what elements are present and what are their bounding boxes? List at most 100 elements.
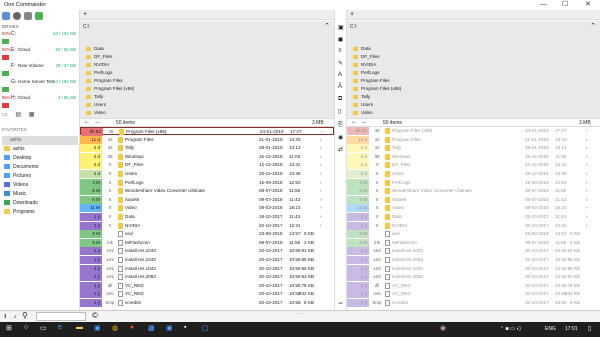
favorite-downloads[interactable]: Downloads <box>4 200 78 208</box>
app-icon-3[interactable]: ▣ <box>166 324 173 332</box>
table-row[interactable]: 5 Mend 23-08-2018 13:57 0 KB <box>80 230 334 239</box>
table-row[interactable]: 1 y xml install.res.1042 20-10-2017 10:58 95 … <box>80 264 334 273</box>
favorite-desktop[interactable]: Desktop <box>4 155 78 163</box>
app-icon-4[interactable]: ▪ <box>184 324 186 331</box>
folder-item[interactable]: Video <box>86 110 106 118</box>
table-row[interactable]: 1 y xml install.res.1042 20-10-2017 10:58 95 … <box>347 264 600 273</box>
chevron-right-icon[interactable]: › <box>586 196 588 204</box>
add-tab-button[interactable]: + <box>83 11 87 18</box>
image-icon[interactable]: ▣ <box>338 24 344 31</box>
chevron-right-icon[interactable]: › <box>320 213 322 221</box>
table-row[interactable]: 4 d X Users 26-12-2018 13:38 › <box>80 170 334 178</box>
table-row[interactable]: 1 y xml install.res.1033 20-10-2017 10:58 91 … <box>347 247 600 256</box>
chevron-right-icon[interactable]: › <box>320 170 322 178</box>
folder-item[interactable]: Program Files (x86) <box>86 86 134 94</box>
eyedropper-icon[interactable] <box>35 12 43 20</box>
folder-item[interactable]: PerfLogs <box>86 70 112 78</box>
folder-item[interactable]: Video <box>353 110 373 118</box>
grip-icon[interactable]: ∙∙∙∙∙ <box>296 311 303 317</box>
rename-icon[interactable]: Ā <box>338 84 342 90</box>
chevron-right-icon[interactable]: › <box>586 161 588 169</box>
maximize-button[interactable]: ☐ <box>562 1 568 9</box>
table-row[interactable]: 1 y X Data 18-10-2017 11:43 › <box>80 213 334 221</box>
folder-item[interactable]: PerfLogs <box>353 70 379 78</box>
table-row[interactable]: 1 y X Data 18-10-2017 11:43 › <box>347 213 600 221</box>
resize-icon[interactable]: ⇿ <box>338 300 343 307</box>
back-icon[interactable]: ← <box>84 119 90 125</box>
table-row[interactable]: 1 y xml install.res.1033 20-10-2017 10:58 91 … <box>80 247 334 256</box>
table-row[interactable]: 1 y xml install.res.1040 20-10-2017 10:58 95 … <box>80 256 334 264</box>
table-row[interactable]: 4 M X PerfLogs 15-09-2018 12:53 › <box>347 178 600 187</box>
chevron-right-icon[interactable]: › <box>320 196 322 204</box>
folder-item[interactable]: Users <box>86 102 106 110</box>
close-button[interactable]: ✕ <box>585 1 591 9</box>
network-icon[interactable]: ▦ <box>29 112 35 118</box>
chevron-right-icon[interactable]: › <box>586 222 588 230</box>
ctrl-c-icon[interactable]: ⎘ <box>338 122 343 129</box>
folder-item[interactable]: DF_Files <box>86 54 112 62</box>
chevron-right-icon[interactable]: › <box>320 204 322 212</box>
folder-item[interactable]: Data <box>353 46 371 54</box>
table-row[interactable]: 11 d 42 Program Files 21-01-2019 13:33 › <box>347 135 600 144</box>
folder-add-icon[interactable]: ◼ <box>338 36 343 43</box>
swap-icon[interactable]: ⇄ <box>338 146 343 153</box>
folder-item[interactable]: Tally <box>353 94 370 102</box>
table-row[interactable]: 1 y dll VC_RED 20-10-2017 10:58 78 KB <box>80 281 334 290</box>
table-row[interactable]: 6 M X Wondershare Video Converter Ultimate… <box>347 187 600 196</box>
taskview-icon[interactable]: ▭ <box>40 324 47 332</box>
drive-item[interactable]: 53% C: 53 / 104 GB <box>2 31 78 46</box>
settings-icon[interactable] <box>24 12 32 20</box>
chevron-right-icon[interactable]: › <box>586 179 588 187</box>
add-tab-button-right[interactable]: + <box>350 11 354 18</box>
explorer-icon[interactable]: ▬ <box>76 324 83 331</box>
table-row[interactable]: 5h 52 45 Program Files (x86) 24-01-2019 17:2… <box>347 127 600 135</box>
table-row[interactable]: 1 y dll VC_RED 20-10-2017 10:58 78 KB <box>347 281 600 290</box>
refresh-icon[interactable]: © <box>92 311 98 320</box>
back-icon[interactable]: ← <box>351 119 357 125</box>
drive-item[interactable]: 92% E: Cloud 52 / 56 GB <box>2 47 78 62</box>
app-icon-1[interactable]: ● <box>130 324 134 331</box>
table-row[interactable]: 1 y X NVIDIA 20-10-2017 12:31 › <box>80 221 334 230</box>
table-row[interactable]: 11 d 42 Program Files 21-01-2019 13:33 › <box>80 135 334 144</box>
chevron-right-icon[interactable]: › <box>320 187 322 195</box>
left-path[interactable]: C:\ <box>83 24 89 30</box>
start-icon[interactable]: ⊞ <box>6 324 12 332</box>
favorites-user-header[interactable]: ashis <box>2 136 78 145</box>
chevron-right-icon[interactable]: › <box>586 204 588 212</box>
cortana-icon[interactable]: ○ <box>24 324 28 331</box>
table-row[interactable]: 1 y bmp vcredist 20-10-2017 10:58 6 KB <box>80 299 334 307</box>
chrome-icon[interactable]: ◍ <box>112 324 118 332</box>
monitor-icon[interactable] <box>2 12 10 20</box>
table-row[interactable]: 1 y bmp vcredist 20-10-2017 10:58 6 KB <box>347 299 600 307</box>
folder-item[interactable]: Data <box>86 46 104 54</box>
chevron-right-icon[interactable]: › <box>320 161 322 169</box>
text-icon[interactable]: A <box>338 72 342 78</box>
folder-item[interactable]: Tally <box>86 94 103 102</box>
table-row[interactable]: 1 y X NVIDIA 20-10-2017 12:31 › <box>347 221 600 230</box>
table-row[interactable]: 1 y xml install.res.3082 20-10-2017 10:58 93 … <box>347 273 600 282</box>
drive-item[interactable]: G: Home Server Test 14 / 194 GB <box>2 79 78 94</box>
minimize-button[interactable]: — <box>540 1 547 9</box>
globe-icon[interactable] <box>13 12 21 20</box>
table-row[interactable]: 4 d 42 Tally 28-01-2019 13:13 › <box>80 144 334 153</box>
tray-icons[interactable]: ⌃ ◙ ▭ ◗) <box>500 326 521 332</box>
up-chevron-icon[interactable]: ⌃ <box>324 22 330 30</box>
folder-item[interactable]: Program Files <box>86 78 123 86</box>
folder-item[interactable]: Users <box>353 102 373 110</box>
avatar[interactable]: ◉ <box>440 324 446 332</box>
table-row[interactable]: 6 Mink MiFlashcom 09-07-2018 11:56 2 KB <box>347 238 600 247</box>
table-row[interactable]: 4 M X PerfLogs 15-09-2018 12:53 › <box>80 178 334 187</box>
favorite-pictures[interactable]: Pictures <box>4 173 78 181</box>
computer-icon[interactable]: ▭ <box>2 112 8 118</box>
chevron-right-icon[interactable]: › <box>320 179 322 187</box>
view-icon[interactable]: ◉ <box>338 134 343 141</box>
table-row[interactable]: 4 d X DF_Files 12-12-2018 13:32 › <box>347 161 600 170</box>
drive-item[interactable]: 95% H: Cloud 4 / 96 GB <box>2 95 78 110</box>
folder-item[interactable]: Program Files <box>353 78 390 86</box>
chevron-right-icon[interactable]: › <box>320 144 322 152</box>
folder-item[interactable]: NVIDIA <box>86 62 109 70</box>
onecommander-taskbar-icon[interactable]: ▢ <box>202 324 209 332</box>
folder-item[interactable]: NVIDIA <box>353 62 376 70</box>
paste-icon[interactable]: ▯ <box>338 108 341 115</box>
chevron-right-icon[interactable]: › <box>586 144 588 152</box>
